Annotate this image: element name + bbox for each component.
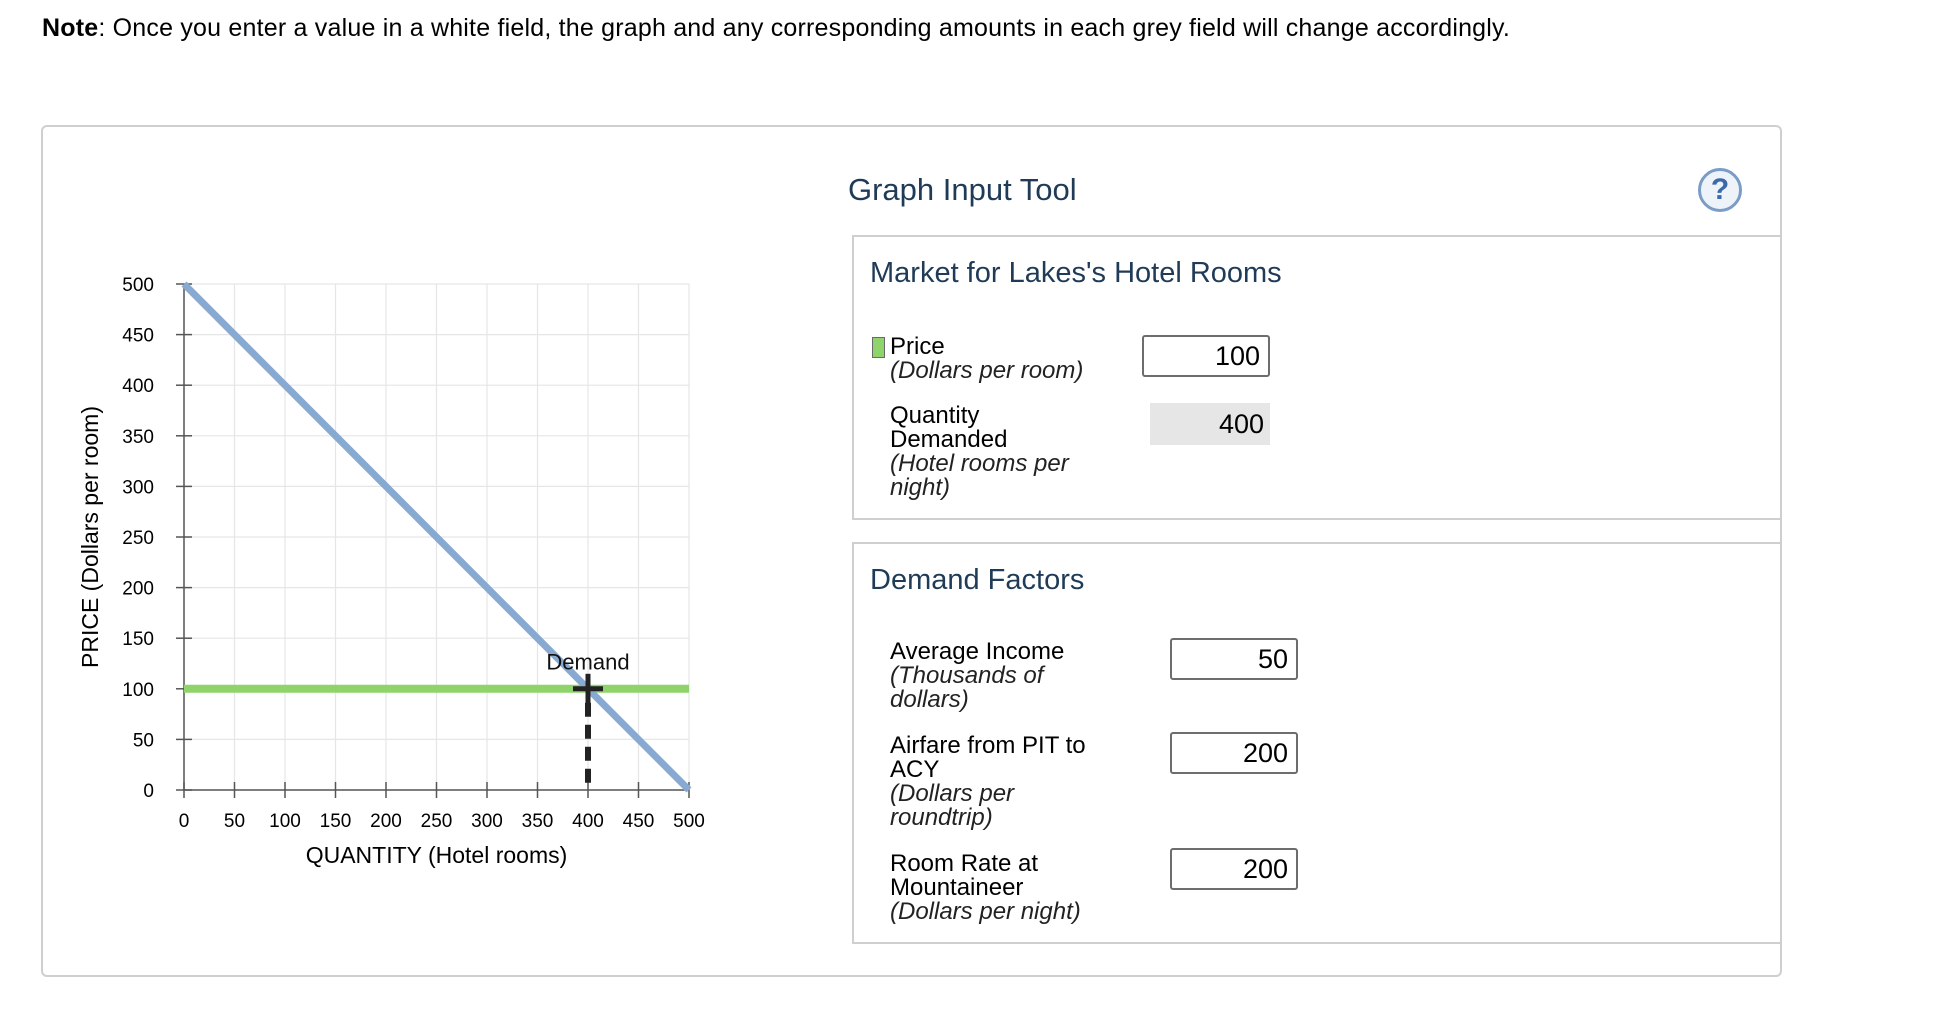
axis-layer: 0 50 100 150 200 250 300 350 400 450 500 0 50 100 150 2… (122, 275, 705, 832)
x-tick-label: 400 (572, 811, 604, 832)
price-unit: (Dollars per room) (890, 357, 1084, 384)
y-tick-label: 0 (143, 781, 154, 802)
x-tick-label: 100 (269, 811, 301, 832)
y-tick-label: 50 (133, 730, 154, 751)
room-rate-input[interactable] (1170, 848, 1298, 890)
y-tick-label: 350 (122, 427, 154, 448)
average-income-input[interactable] (1170, 638, 1298, 680)
y-tick-label: 400 (122, 376, 154, 397)
income-label-group: Average Income (Thousands of dollars) (890, 640, 1064, 712)
x-tick-label: 0 (179, 811, 190, 832)
y-tick-label: 100 (122, 680, 154, 701)
x-axis-label: QUANTITY (Hotel rooms) (306, 842, 568, 868)
demand-factors-box: Demand Factors Average Income (Thousands… (852, 542, 1782, 944)
demand-curve-label: Demand (546, 650, 629, 675)
y-axis-label: PRICE (Dollars per room) (77, 406, 103, 668)
airfare-input[interactable] (1170, 732, 1298, 774)
quantity-label-group: Quantity Demanded (Hotel rooms per night… (890, 404, 1069, 500)
airfare-label-group: Airfare from PIT to ACY (Dollars per rou… (890, 734, 1086, 830)
quantity-label-line2: Demanded (890, 426, 1008, 453)
x-tick-label: 50 (224, 811, 245, 832)
income-label: Average Income (890, 638, 1065, 665)
y-tick-label: 250 (122, 528, 154, 549)
y-tick-label: 150 (122, 629, 154, 650)
price-label: Price (890, 333, 945, 360)
y-tick-label: 200 (122, 579, 154, 600)
airfare-label-line1: Airfare from PIT to (890, 732, 1086, 759)
demand-factors-title: Demand Factors (870, 564, 1085, 596)
x-tick-label: 250 (421, 811, 453, 832)
room-rate-unit: (Dollars per night) (890, 898, 1081, 925)
quantity-unit-line1: (Hotel rooms per (890, 450, 1069, 477)
income-unit-line2: dollars) (890, 686, 969, 713)
x-tick-label: 150 (320, 811, 352, 832)
instruction-note: Note: Once you enter a value in a white … (42, 14, 1510, 43)
price-label-group: Price (Dollars per room) (890, 335, 1083, 383)
note-text: : Once you enter a value in a white fiel… (98, 14, 1511, 42)
x-tick-label: 450 (623, 811, 655, 832)
chart-svg: 0 50 100 150 200 250 300 350 400 450 500 0 50 100 150 2… (77, 275, 705, 868)
y-tick-label: 450 (122, 326, 154, 347)
x-tick-label: 200 (370, 811, 402, 832)
x-tick-label: 350 (522, 811, 554, 832)
room-rate-label-group: Room Rate at Mountaineer (Dollars per ni… (890, 852, 1081, 924)
quantity-label-line1: Quantity (890, 402, 980, 429)
market-title: Market for Lakes's Hotel Rooms (870, 257, 1282, 289)
quantity-demanded-value: 400 (1150, 403, 1270, 445)
room-rate-label-line1: Room Rate at (890, 850, 1039, 877)
airfare-unit-line1: (Dollars per (890, 780, 1015, 807)
x-tick-label: 500 (673, 811, 705, 832)
price-input[interactable] (1142, 335, 1270, 377)
price-swatch-icon (872, 337, 885, 358)
quantity-unit-line2: night) (890, 474, 951, 501)
airfare-unit-line2: roundtrip) (890, 804, 993, 831)
airfare-label-line2: ACY (890, 756, 940, 783)
market-box: Market for Lakes's Hotel Rooms Price (Do… (852, 235, 1782, 520)
note-label: Note (42, 14, 99, 42)
y-tick-label: 300 (122, 477, 154, 498)
y-tick-label: 500 (122, 275, 154, 296)
help-icon[interactable]: ? (1698, 168, 1742, 212)
graph-input-tool-title: Graph Input Tool (848, 172, 1077, 207)
income-unit-line1: (Thousands of (890, 662, 1044, 689)
demand-chart: 0 50 100 150 200 250 300 350 400 450 500 0 50 100 150 2… (60, 255, 760, 905)
x-tick-label: 300 (471, 811, 503, 832)
room-rate-label-line2: Mountaineer (890, 874, 1024, 901)
